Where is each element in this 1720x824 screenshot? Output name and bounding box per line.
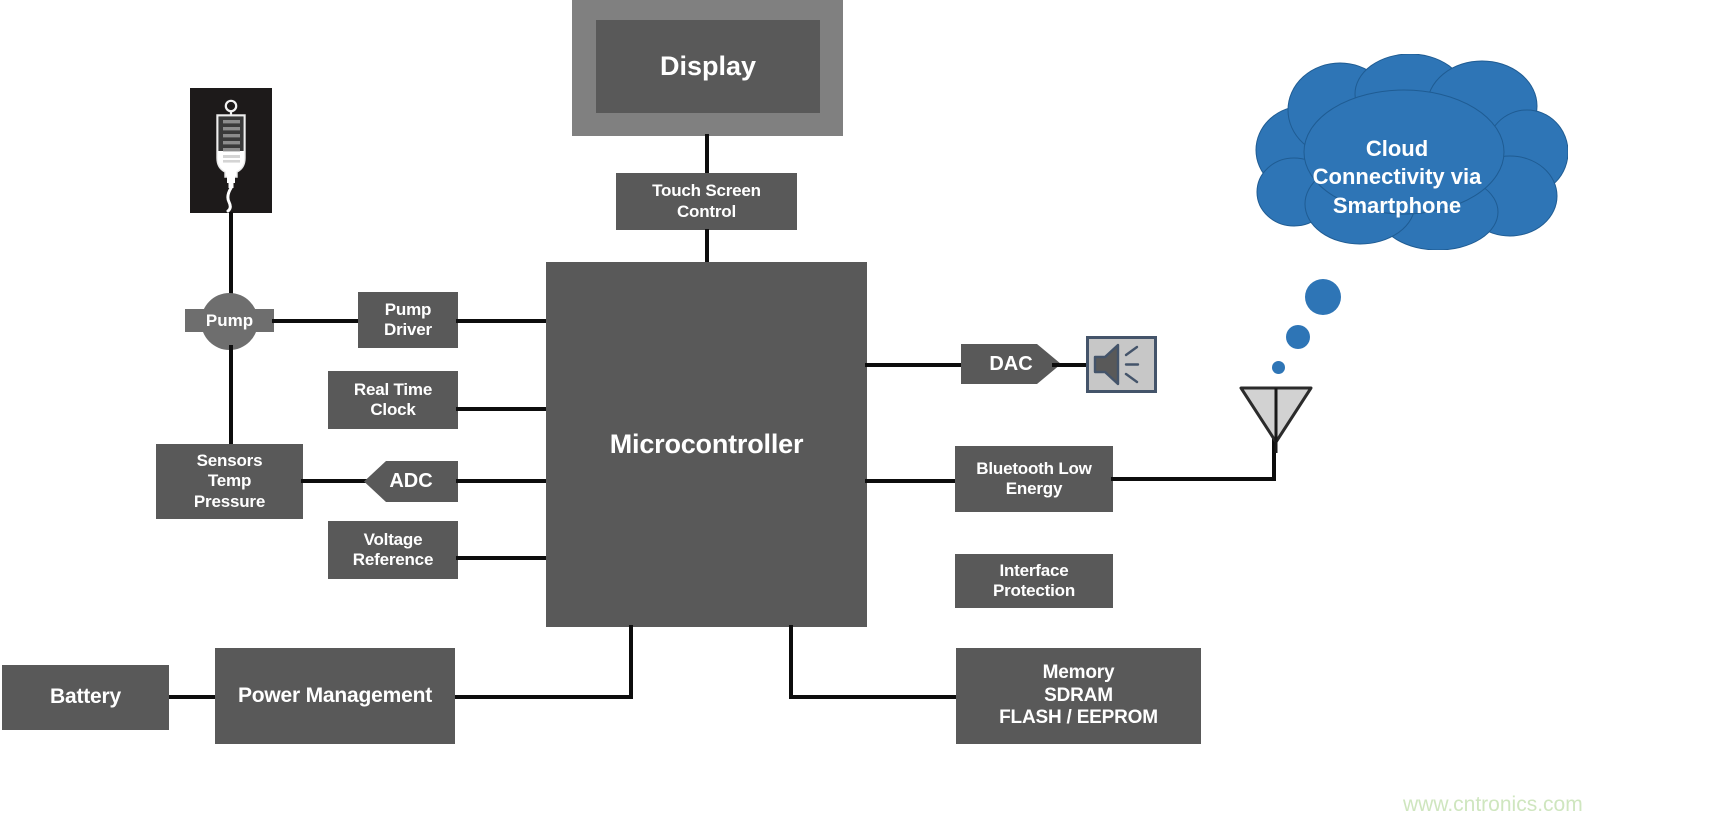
connector-mcu-memory-h xyxy=(789,695,959,699)
microcontroller-label: Microcontroller xyxy=(609,428,804,459)
bluetooth-low-energy-label: Bluetooth Low Energy xyxy=(976,458,1092,498)
connector-rtc-mcu xyxy=(456,407,548,411)
block-memory[interactable]: Memory SDRAM FLASH / EEPROM xyxy=(956,648,1201,744)
adc-label: ADC xyxy=(389,470,433,492)
connector-adc-mcu xyxy=(456,479,548,483)
connector-ivbag-pump xyxy=(229,212,233,305)
power-management-label: Power Management xyxy=(237,683,432,707)
watermark-text: www.cntronics.com xyxy=(1403,793,1583,816)
connector-touch-mcu xyxy=(705,229,709,264)
connector-pump-driver xyxy=(272,319,360,323)
block-voltage-reference[interactable]: Voltage Reference xyxy=(328,521,458,579)
watermark: www.cntronics.com xyxy=(1403,793,1583,817)
block-dac[interactable]: DAC xyxy=(961,344,1061,384)
connector-pump-sensors xyxy=(229,345,233,445)
connector-display-touch xyxy=(705,134,709,174)
connector-vref-mcu xyxy=(456,556,548,560)
connector-mcu-memory-v xyxy=(789,625,793,697)
connector-ble-antenna-h xyxy=(1111,477,1276,481)
touch-screen-control-label: Touch Screen Control xyxy=(652,181,761,221)
iv-bag-icon xyxy=(190,88,272,213)
speaker-icon xyxy=(1086,336,1157,393)
display-label: Display xyxy=(659,51,757,81)
connector-mcu-ble xyxy=(865,479,963,483)
cloud-label-text: Cloud Connectivity via Smartphone xyxy=(1312,135,1482,218)
interface-protection-label: Interface Protection xyxy=(992,560,1076,600)
block-interface-protection[interactable]: Interface Protection xyxy=(955,554,1113,608)
antenna-glyph xyxy=(1239,386,1313,453)
connector-battery-power xyxy=(168,695,218,699)
connector-mcu-power-h xyxy=(454,695,633,699)
connector-sensors-adc xyxy=(301,479,368,483)
antenna-icon xyxy=(1238,385,1314,455)
voltage-reference-label: Voltage Reference xyxy=(352,529,434,569)
block-sensors[interactable]: Sensors Temp Pressure xyxy=(156,444,303,519)
connector-mcu-power-v xyxy=(629,625,633,697)
block-microcontroller[interactable]: Microcontroller xyxy=(546,262,867,627)
block-diagram-canvas: Display Touch Screen Control Pump Pump D… xyxy=(0,0,1720,824)
pump-label-wrap: Pump xyxy=(185,309,274,332)
pump-driver-label: Pump Driver xyxy=(384,299,432,339)
signal-bubble-small xyxy=(1272,361,1285,374)
iv-bag-glyph xyxy=(216,99,246,213)
block-real-time-clock[interactable]: Real Time Clock xyxy=(328,371,458,429)
real-time-clock-label: Real Time Clock xyxy=(353,379,433,419)
connector-mcu-dac xyxy=(865,363,963,367)
memory-label: Memory SDRAM FLASH / EEPROM xyxy=(999,662,1158,729)
block-adc[interactable]: ADC xyxy=(364,461,458,502)
dac-label: DAC xyxy=(989,352,1033,375)
block-bluetooth-low-energy[interactable]: Bluetooth Low Energy xyxy=(955,446,1113,512)
block-touch-screen-control[interactable]: Touch Screen Control xyxy=(616,173,797,230)
sensors-label: Sensors Temp Pressure xyxy=(193,451,266,511)
connector-pumpdriver-mcu xyxy=(456,319,548,323)
connector-dac-speaker xyxy=(1052,363,1090,367)
cloud-label: Cloud Connectivity via Smartphone xyxy=(1262,106,1532,220)
block-power-management[interactable]: Power Management xyxy=(215,648,455,744)
speaker-glyph xyxy=(1093,343,1140,386)
pump-label: Pump xyxy=(205,310,254,330)
signal-bubble-large xyxy=(1305,279,1341,315)
block-battery[interactable]: Battery xyxy=(2,665,169,730)
signal-bubble-medium xyxy=(1286,325,1310,349)
display-screen[interactable]: Display xyxy=(596,20,820,113)
battery-label: Battery xyxy=(50,685,121,709)
block-pump-driver[interactable]: Pump Driver xyxy=(358,292,458,348)
